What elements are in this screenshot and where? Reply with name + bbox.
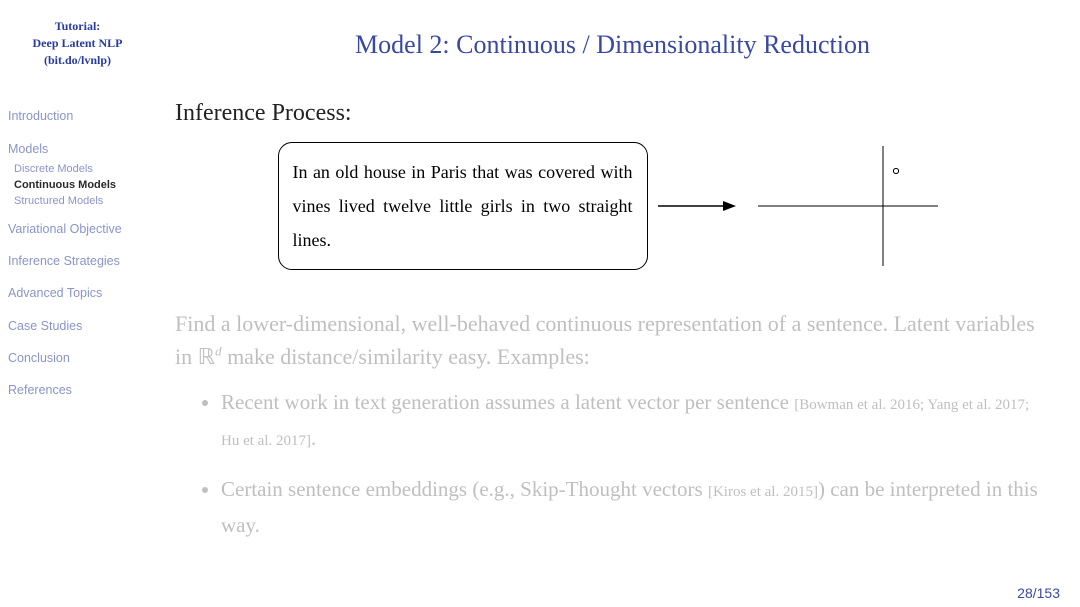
nav-advanced[interactable]: Advanced Topics <box>8 285 147 301</box>
section-heading: Inference Process: <box>175 100 1050 127</box>
bullet-1: Recent work in text generation assumes a… <box>221 385 1050 456</box>
bullet-list: Recent work in text generation assumes a… <box>175 385 1050 544</box>
title-line-2: Deep Latent NLP <box>8 35 147 52</box>
nav-models[interactable]: Models <box>8 141 147 157</box>
nav-case-studies[interactable]: Case Studies <box>8 318 147 334</box>
sentence-box: In an old house in Paris that was covere… <box>278 142 648 271</box>
slide: Tutorial: Deep Latent NLP (bit.do/lvnlp)… <box>0 0 1080 607</box>
bullet-2-cite: [Kiros et al. 2015] <box>708 484 818 500</box>
axes-plot <box>748 141 948 271</box>
bullet-2: Certain sentence embeddings (e.g., Skip-… <box>221 472 1050 543</box>
page-number: 28/153 <box>1017 585 1060 601</box>
arrow-icon <box>658 196 738 216</box>
main-content: Model 2: Continuous / Dimensionality Red… <box>155 0 1080 607</box>
nav-inference[interactable]: Inference Strategies <box>8 253 147 269</box>
nav-conclusion[interactable]: Conclusion <box>8 350 147 366</box>
tutorial-title: Tutorial: Deep Latent NLP (bit.do/lvnlp) <box>8 18 147 68</box>
bullet-2-text: Certain sentence embeddings (e.g., Skip-… <box>221 477 708 501</box>
bullet-1-text: Recent work in text generation assumes a… <box>221 390 794 414</box>
slide-title: Model 2: Continuous / Dimensionality Red… <box>175 30 1050 60</box>
body-text-b: make distance/similarity easy. Examples: <box>222 344 590 369</box>
nav-structured-models[interactable]: Structured Models <box>14 195 147 207</box>
body-paragraph: Find a lower-dimensional, well-behaved c… <box>175 307 1050 373</box>
title-line-1: Tutorial: <box>8 18 147 35</box>
nav-models-group: Models Discrete Models Continuous Models… <box>8 141 147 207</box>
diagram: In an old house in Paris that was covere… <box>175 141 1050 271</box>
bullet-1-tail: . <box>311 426 316 450</box>
nav-introduction[interactable]: Introduction <box>8 108 147 124</box>
title-line-3: (bit.do/lvnlp) <box>8 52 147 69</box>
nav-discrete-models[interactable]: Discrete Models <box>14 163 147 175</box>
nav-references[interactable]: References <box>8 382 147 398</box>
nav-continuous-models[interactable]: Continuous Models <box>14 179 147 191</box>
nav-variational[interactable]: Variational Objective <box>8 221 147 237</box>
sidebar: Tutorial: Deep Latent NLP (bit.do/lvnlp)… <box>0 0 155 607</box>
real-symbol: ℝ <box>198 344 215 369</box>
